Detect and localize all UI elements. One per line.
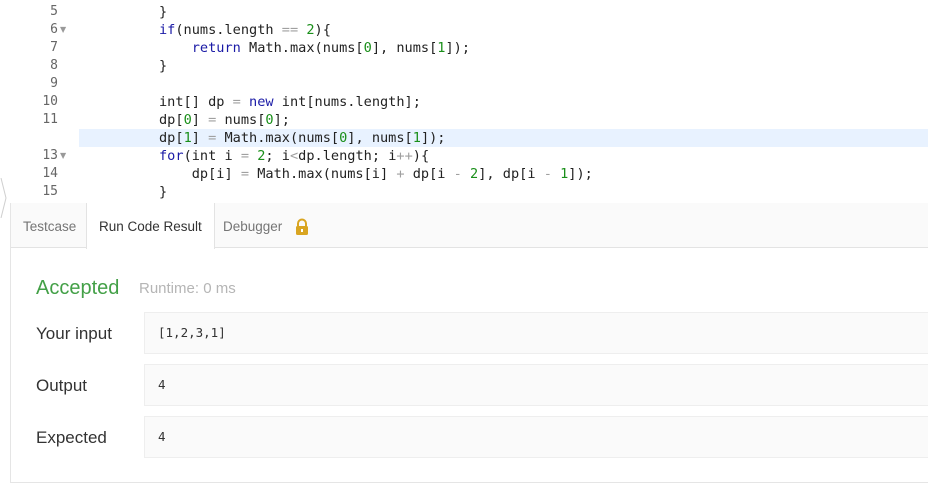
lock-icon bbox=[296, 218, 308, 235]
code-line[interactable]: 9 bbox=[0, 75, 928, 93]
code-line[interactable]: 10 int[] dp = new int[nums.length]; bbox=[0, 93, 928, 111]
expected-label: Expected bbox=[36, 428, 107, 447]
tab-testcase[interactable]: Testcase bbox=[11, 203, 88, 248]
input-label: Your input bbox=[36, 324, 112, 343]
line-number: 14 bbox=[42, 166, 58, 181]
line-number: 10 bbox=[42, 94, 58, 109]
code-text: if(nums.length == 2){ bbox=[159, 22, 331, 38]
code-text: for(int i = 2; i<dp.length; i++){ bbox=[159, 148, 430, 164]
result-status: Accepted bbox=[36, 277, 120, 299]
code-text: int[] dp = new int[nums.length]; bbox=[159, 94, 421, 110]
runtime-text: Runtime: 0 ms bbox=[139, 280, 236, 297]
line-number: 11 bbox=[42, 112, 58, 127]
code-line[interactable]: 11 dp[0] = nums[0]; bbox=[0, 111, 928, 129]
line-number: 6 bbox=[50, 22, 58, 37]
code-line[interactable]: 12dp[1] = Math.max(nums[0], nums[1]); bbox=[79, 129, 928, 147]
code-text: dp[1] = Math.max(nums[0], nums[1]); bbox=[159, 130, 446, 146]
tab-debugger[interactable]: Debugger bbox=[211, 203, 294, 248]
code-line[interactable]: 14 dp[i] = Math.max(nums[i] + dp[i - 2],… bbox=[0, 165, 928, 183]
collapse-handle-icon[interactable] bbox=[0, 178, 7, 218]
output-value: 4 bbox=[144, 364, 928, 406]
code-text: dp[0] = nums[0]; bbox=[159, 112, 290, 128]
code-text: } bbox=[159, 58, 168, 74]
line-number: 9 bbox=[50, 76, 58, 91]
fold-triangle-icon[interactable]: ▼ bbox=[60, 147, 70, 165]
code-line[interactable]: 5} bbox=[0, 3, 928, 21]
line-number: 8 bbox=[50, 58, 58, 73]
line-number: 5 bbox=[50, 4, 58, 19]
output-label: Output bbox=[36, 376, 88, 395]
code-text: } bbox=[159, 184, 168, 200]
code-line[interactable]: 8} bbox=[0, 57, 928, 75]
code-line[interactable]: 13 ▼ for(int i = 2; i<dp.length; i++){ bbox=[0, 147, 928, 165]
code-text: dp[i] = Math.max(nums[i] + dp[i - 2], dp… bbox=[159, 166, 593, 182]
fold-triangle-icon[interactable]: ▼ bbox=[60, 21, 70, 39]
code-line[interactable]: 6 ▼ if(nums.length == 2){ bbox=[0, 21, 928, 39]
tab-run-code-result[interactable]: Run Code Result bbox=[86, 203, 215, 249]
console-panel: Testcase Run Code Result Debugger Accept… bbox=[10, 203, 928, 483]
input-value: [1,2,3,1] bbox=[144, 312, 928, 354]
line-number: 15 bbox=[42, 184, 58, 199]
code-text: } bbox=[159, 4, 168, 20]
console-tabbar: Testcase Run Code Result Debugger bbox=[11, 203, 928, 249]
expected-value: 4 bbox=[144, 416, 928, 458]
code-line[interactable]: 7 return Math.max(nums[0], nums[1]); bbox=[0, 39, 928, 57]
code-editor[interactable]: 5} 6 ▼ if(nums.length == 2){7 return Math.m… bbox=[0, 0, 928, 203]
line-number: 7 bbox=[50, 40, 58, 55]
line-number: 13 bbox=[42, 148, 58, 163]
code-text: return Math.max(nums[0], nums[1]); bbox=[191, 40, 471, 56]
code-line[interactable]: 15} bbox=[0, 183, 928, 201]
